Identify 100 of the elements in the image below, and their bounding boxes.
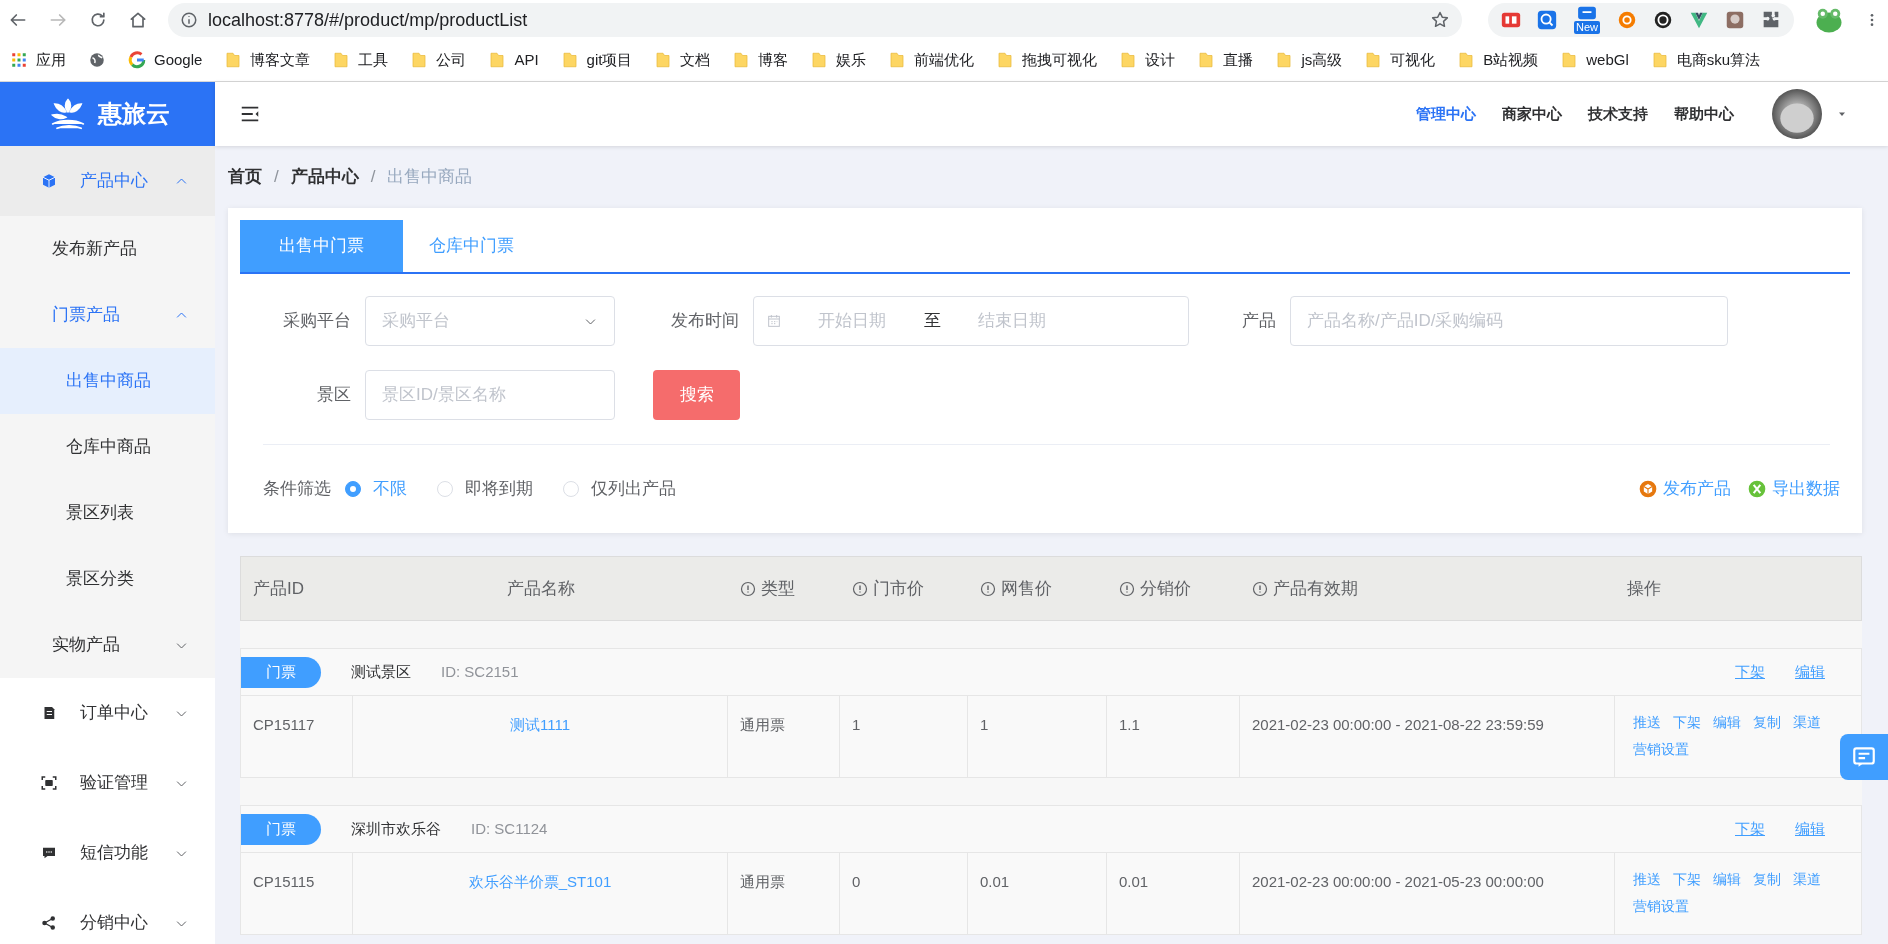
search-icon[interactable] [1536,9,1558,31]
bookmark-link[interactable]: 前端优化 [914,48,975,72]
radio-option[interactable]: 仅列出产品 [563,476,676,502]
menu-item[interactable]: 景区分类 [0,546,215,612]
home-icon[interactable] [128,10,148,30]
address-bar[interactable]: localhost:8778/#/product/mp/productList [168,3,1462,37]
folder-icon[interactable] [1560,50,1579,70]
apps-grid-icon[interactable] [10,51,28,69]
bookmark-link[interactable]: API [514,48,539,72]
star-icon[interactable] [1430,10,1450,30]
radio-option[interactable]: 即将到期 [437,476,533,502]
folder-icon[interactable] [996,50,1015,70]
info-icon[interactable] [180,11,198,29]
bookmark-link[interactable]: 设计 [1145,48,1176,72]
start-date-placeholder: 开始日期 [817,310,887,333]
product-search-field[interactable]: 产品名称/产品ID/采购编码 [1290,296,1728,346]
end-date-placeholder: 结束日期 [977,310,1047,333]
chat-button[interactable] [1840,734,1888,780]
field-label: 产品 [1241,310,1277,333]
bookmark-link[interactable]: 娱乐 [836,48,867,72]
nav-link[interactable]: 管理中心 [1416,102,1476,126]
table-cell: CP15117 [253,716,315,733]
date-range-field[interactable]: 开始日期 至 结束日期 [753,296,1189,346]
info-icon [1252,580,1268,597]
info-icon [980,580,996,597]
bookmark-link[interactable]: Google [154,48,203,72]
breadcrumb-item[interactable]: 首页 [228,164,262,190]
folder-icon[interactable] [1364,50,1383,70]
logo-text: 惠旅云 [97,99,170,129]
menu-item[interactable]: 门票产品 [0,282,215,348]
folder-icon[interactable] [888,50,907,70]
folder-icon[interactable] [1197,50,1216,70]
extension-icon[interactable] [1616,9,1638,31]
table-cell: 通用票 [740,716,785,733]
breadcrumb-item[interactable]: 产品中心 [290,164,359,190]
folder-icon[interactable] [732,50,751,70]
menu-item[interactable]: 景区列表 [0,480,215,546]
bookmark-link[interactable]: js高级 [1301,48,1343,72]
menu-label: 订单中心 [80,702,149,725]
scan-icon [40,774,58,792]
breadcrumb-separator: / [370,166,376,189]
bookmark-link[interactable]: B站视频 [1483,48,1539,72]
menu-item[interactable]: 发布新产品 [0,216,215,282]
info-icon [852,580,868,597]
menu-label: 产品中心 [80,170,149,193]
nav-link[interactable]: 帮助中心 [1674,102,1734,126]
globe-icon[interactable] [88,51,106,69]
ring-icon[interactable] [1652,9,1674,31]
menu-label: 景区分类 [66,568,135,591]
extension-icon[interactable] [1724,9,1746,31]
new-badge: New [1574,21,1600,34]
bookmark-link[interactable]: 可视化 [1390,48,1436,72]
menu-item[interactable]: 仓库中商品 [0,414,215,480]
column-header: 分销价 [1140,577,1191,600]
folder-icon[interactable] [654,50,673,70]
table-cell: 通用票 [740,873,785,890]
folder-icon[interactable] [1119,50,1138,70]
radio-button[interactable] [345,481,361,497]
bookmark-link[interactable]: 电商sku算法 [1676,48,1761,72]
bookmark-link[interactable]: 博客 [758,48,789,72]
menu-label: 景区列表 [66,502,135,525]
bookmark-link[interactable]: 文档 [680,48,711,72]
bookmark-link[interactable]: 直播 [1223,48,1254,72]
scenic-field[interactable]: 景区ID/景区名称 [365,370,615,420]
folder-icon[interactable] [224,50,243,70]
bookmark-link[interactable]: webGl [1586,48,1629,72]
folder-icon[interactable] [560,50,579,70]
column-header: 产品有效期 [1273,577,1358,600]
range-separator: 至 [922,310,942,333]
folder-icon[interactable] [1457,50,1476,70]
folder-icon[interactable] [810,50,829,70]
field-label: 条件筛选 [262,478,332,501]
folder-icon[interactable] [1275,50,1294,70]
extension-icon[interactable] [1576,5,1598,21]
folder-icon[interactable] [410,50,429,70]
column-header: 门市价 [873,577,924,600]
reload-icon[interactable] [88,10,108,30]
table-cell: 0.01 [980,873,1010,890]
bookmark-link[interactable]: 拖拽可视化 [1022,48,1098,72]
bookmark-link[interactable]: 公司 [436,48,467,72]
column-header: 产品名称 [506,577,575,600]
bookmark-link[interactable]: 博客文章 [250,48,311,72]
nav-link[interactable]: 技术支持 [1588,102,1648,126]
menu-item[interactable]: 产品中心 [0,146,215,216]
menu-item[interactable]: 出售中商品 [0,348,215,414]
folder-icon[interactable] [1650,50,1669,70]
folder-icon[interactable] [332,50,351,70]
menu-label: 短信功能 [80,842,149,865]
bookmark-link[interactable]: 工具 [358,48,389,72]
nav-link[interactable]: 商家中心 [1502,102,1562,126]
column-header: 操作 [1627,577,1661,600]
bookmark-link[interactable]: git项目 [586,48,633,72]
select-placeholder: 采购平台 [382,310,451,333]
table-cell: 1 [980,716,989,733]
bookmark-link[interactable]: 应用 [36,48,66,72]
field-label: 景区 [316,384,352,407]
menu-item[interactable]: 实物产品 [0,612,215,678]
color-ring-icon[interactable] [128,51,146,69]
avatar[interactable] [1772,89,1822,139]
folder-icon[interactable] [488,50,507,70]
